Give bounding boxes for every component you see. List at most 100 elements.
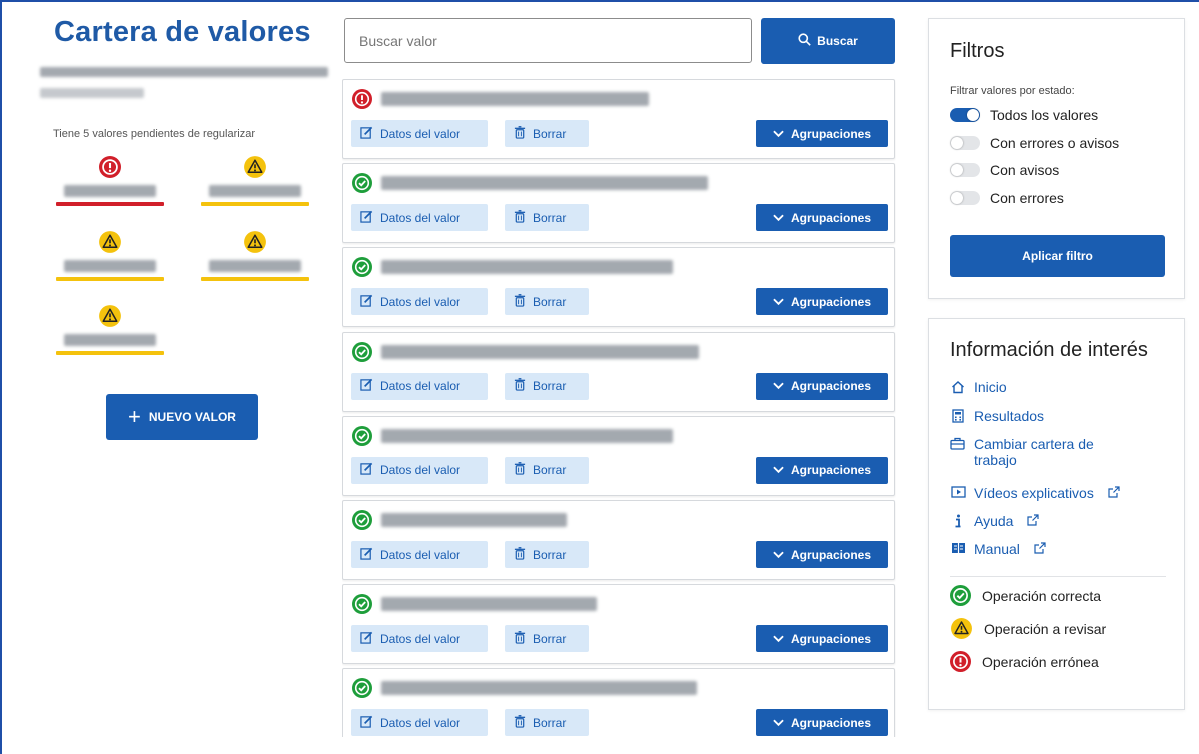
value-data-label: Datos del valor <box>380 210 461 225</box>
delete-button[interactable]: Borrar <box>505 541 589 568</box>
value-card: Datos del valor Borrar Agrupaciones <box>342 415 895 496</box>
info-link[interactable]: Vídeos explicativos <box>950 485 1120 501</box>
toggle-knob <box>951 191 963 204</box>
legend-item: Operación a revisar <box>950 618 1106 639</box>
delete-label: Borrar <box>533 463 567 478</box>
page-title: Cartera de valores <box>54 16 311 48</box>
pending-item[interactable] <box>56 305 164 355</box>
pending-item[interactable] <box>201 156 309 206</box>
filter-option-label: Todos los valores <box>990 107 1099 123</box>
groupings-button[interactable]: Agrupaciones <box>756 541 888 568</box>
info-link[interactable]: Inicio <box>950 379 1007 395</box>
pending-item[interactable] <box>56 231 164 281</box>
groupings-button[interactable]: Agrupaciones <box>756 204 888 232</box>
search-icon <box>798 33 811 49</box>
pending-item[interactable] <box>56 156 164 206</box>
value-data-button[interactable]: Datos del valor <box>351 288 488 316</box>
info-link[interactable]: Ayuda <box>950 513 1040 529</box>
legend-label: Operación a revisar <box>984 620 1107 637</box>
delete-label: Borrar <box>533 210 567 225</box>
value-data-button[interactable]: Datos del valor <box>351 625 488 653</box>
groupings-button[interactable]: Agrupaciones <box>756 625 888 653</box>
groupings-button[interactable]: Agrupaciones <box>756 372 888 400</box>
trash-icon <box>514 125 526 142</box>
error-circle-icon <box>352 89 372 109</box>
account-info <box>40 64 330 103</box>
chevron-down-icon <box>773 632 784 646</box>
chevron-down-icon <box>773 211 784 225</box>
warning-triangle-icon <box>243 231 267 253</box>
new-value-button[interactable]: + NUEVO VALOR <box>106 394 258 440</box>
pending-status <box>56 156 164 178</box>
external-link-icon <box>1108 485 1120 501</box>
trash-icon <box>514 293 526 310</box>
edit-icon <box>360 631 373 647</box>
filter-option-label: Con errores <box>990 189 1064 206</box>
trash-icon <box>514 462 526 478</box>
redacted-value-name <box>381 597 597 612</box>
filter-option-label: Con errores o avisos <box>990 134 1120 151</box>
value-data-button[interactable]: Datos del valor <box>351 120 488 147</box>
redacted-value-name <box>64 260 156 272</box>
groupings-label: Agrupaciones <box>790 379 871 394</box>
filter-option[interactable]: Con avisos <box>950 162 1059 178</box>
redacted-value-name <box>209 185 301 197</box>
info-link[interactable]: Resultados <box>950 408 1044 424</box>
delete-label: Borrar <box>533 379 567 394</box>
value-data-button[interactable]: Datos del valor <box>351 709 488 737</box>
delete-button[interactable]: Borrar <box>505 204 589 232</box>
edit-icon <box>360 378 373 394</box>
delete-button[interactable]: Borrar <box>505 709 589 737</box>
delete-button[interactable]: Borrar <box>505 372 589 400</box>
value-data-button[interactable]: Datos del valor <box>351 372 488 400</box>
delete-button[interactable]: Borrar <box>505 120 589 147</box>
groupings-label: Agrupaciones <box>790 126 871 141</box>
value-data-label: Datos del valor <box>380 126 461 141</box>
value-card: Datos del valor Borrar Agrupaciones <box>342 331 895 412</box>
pending-status-underline <box>56 202 164 206</box>
info-link-label: Vídeos explicativos <box>974 485 1094 501</box>
delete-button[interactable]: Borrar <box>505 456 589 484</box>
toggle-switch[interactable] <box>950 135 980 150</box>
filters-hint: Filtrar valores por estado: <box>950 85 1075 97</box>
trash-icon <box>514 546 526 563</box>
delete-button[interactable]: Borrar <box>505 288 589 316</box>
groupings-button[interactable]: Agrupaciones <box>756 120 888 147</box>
value-data-button[interactable]: Datos del valor <box>351 204 488 232</box>
info-link[interactable]: Manual <box>950 541 1046 557</box>
toggle-switch[interactable] <box>950 190 980 205</box>
filter-option-label: Con avisos <box>990 162 1060 178</box>
chevron-down-icon <box>773 463 784 477</box>
toggle-knob <box>967 109 979 121</box>
filter-option[interactable]: Con errores <box>950 190 1064 206</box>
groupings-button[interactable]: Agrupaciones <box>756 709 888 737</box>
info-link-label: Ayuda <box>974 513 1014 529</box>
check-circle-icon <box>352 425 372 446</box>
toggle-switch[interactable] <box>950 108 980 122</box>
pending-item[interactable] <box>201 231 309 281</box>
search-input[interactable] <box>344 18 752 63</box>
trash-icon <box>514 630 526 647</box>
trash-icon <box>514 714 526 731</box>
groupings-button[interactable]: Agrupaciones <box>756 456 888 484</box>
pending-status <box>201 156 309 178</box>
search-button[interactable]: Buscar <box>761 18 895 64</box>
plus-icon: + <box>128 404 141 429</box>
groupings-label: Agrupaciones <box>790 294 871 309</box>
filter-option[interactable]: Con errores o avisos <box>950 135 1119 151</box>
groupings-button[interactable]: Agrupaciones <box>756 288 888 316</box>
trash-icon <box>514 209 526 226</box>
edit-icon <box>360 126 373 142</box>
home-icon <box>950 379 966 394</box>
info-link[interactable]: Cambiar cartera de trabajo <box>950 436 1140 468</box>
groupings-label: Agrupaciones <box>790 210 871 225</box>
value-data-button[interactable]: Datos del valor <box>351 456 488 484</box>
toggle-switch[interactable] <box>950 163 980 177</box>
apply-filter-button[interactable]: Aplicar filtro <box>950 235 1165 277</box>
value-list: Datos del valor Borrar Agrupaciones Dato… <box>342 79 896 737</box>
delete-button[interactable]: Borrar <box>505 625 589 653</box>
value-data-button[interactable]: Datos del valor <box>351 541 488 568</box>
check-circle-icon <box>352 257 372 278</box>
filter-option[interactable]: Todos los valores <box>950 107 1098 123</box>
check-circle-icon <box>352 341 372 362</box>
